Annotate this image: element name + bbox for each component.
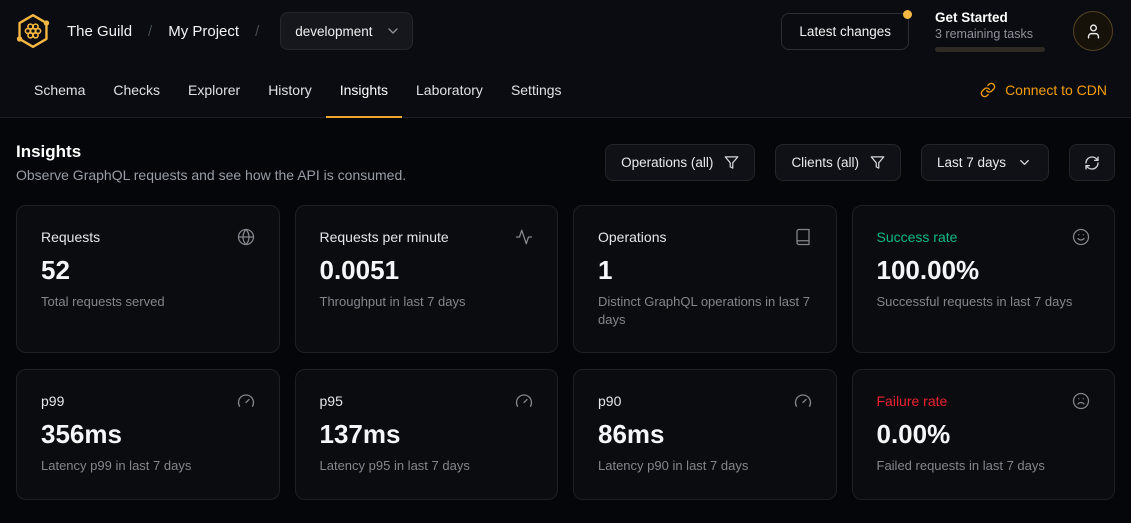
card-title: Success rate	[877, 229, 958, 245]
card-title: Operations	[598, 229, 666, 245]
tab-explorer[interactable]: Explorer	[174, 62, 254, 117]
connect-cdn-label: Connect to CDN	[1005, 82, 1107, 98]
card-description: Latency p99 in last 7 days	[41, 457, 255, 475]
get-started-widget[interactable]: Get Started 3 remaining tasks	[935, 10, 1047, 52]
clients-filter-button[interactable]: Clients (all)	[775, 144, 901, 181]
avatar[interactable]	[1073, 11, 1113, 51]
tab-settings[interactable]: Settings	[497, 62, 576, 117]
insights-page: Insights Observe GraphQL requests and se…	[0, 142, 1131, 500]
card-description: Distinct GraphQL operations in last 7 da…	[598, 293, 812, 328]
p99-card: p99 356ms Latency p99 in last 7 days	[16, 369, 280, 500]
card-description: Latency p90 in last 7 days	[598, 457, 812, 475]
filter-icon	[870, 155, 885, 170]
card-title: p90	[598, 393, 621, 409]
target-selector-value: development	[295, 24, 372, 39]
chevron-down-icon	[385, 23, 401, 39]
breadcrumb-separator: /	[148, 23, 152, 40]
tab-checks[interactable]: Checks	[99, 62, 174, 117]
requests-card: Requests 52 Total requests served	[16, 205, 280, 353]
breadcrumb: The Guild / My Project /	[67, 23, 259, 40]
latest-changes-label: Latest changes	[799, 24, 891, 39]
refresh-button[interactable]	[1069, 144, 1115, 181]
success-rate-card: Success rate 100.00% Successful requests…	[852, 205, 1116, 353]
page-subtitle: Observe GraphQL requests and see how the…	[16, 167, 406, 183]
gauge-icon	[515, 392, 533, 410]
card-value: 137ms	[320, 419, 534, 450]
card-value: 356ms	[41, 419, 255, 450]
operations-filter-button[interactable]: Operations (all)	[605, 144, 755, 181]
clients-filter-label: Clients (all)	[791, 155, 859, 170]
card-description: Latency p95 in last 7 days	[320, 457, 534, 475]
breadcrumb-separator: /	[255, 23, 259, 40]
get-started-subtitle: 3 remaining tasks	[935, 27, 1047, 41]
card-description: Failed requests in last 7 days	[877, 457, 1091, 475]
card-title: p95	[320, 393, 343, 409]
refresh-icon	[1084, 155, 1100, 171]
chevron-down-icon	[1017, 155, 1033, 171]
card-value: 86ms	[598, 419, 812, 450]
period-select-value: Last 7 days	[937, 155, 1006, 170]
book-icon	[794, 228, 812, 246]
card-value: 52	[41, 255, 255, 286]
globe-icon	[237, 228, 255, 246]
card-value: 100.00%	[877, 255, 1091, 286]
activity-icon	[515, 228, 533, 246]
gauge-icon	[237, 392, 255, 410]
card-description: Successful requests in last 7 days	[877, 293, 1091, 311]
guild-logo[interactable]	[14, 10, 52, 52]
operations-card: Operations 1 Distinct GraphQL operations…	[573, 205, 837, 353]
latest-changes-button[interactable]: Latest changes	[781, 13, 909, 50]
notification-dot	[903, 10, 912, 19]
top-header: The Guild / My Project / development Lat…	[0, 0, 1131, 62]
tab-schema[interactable]: Schema	[20, 62, 99, 117]
card-value: 0.0051	[320, 255, 534, 286]
period-select[interactable]: Last 7 days	[921, 144, 1049, 181]
tab-history[interactable]: History	[254, 62, 326, 117]
card-value: 0.00%	[877, 419, 1091, 450]
page-title: Insights	[16, 142, 406, 162]
card-title: p99	[41, 393, 64, 409]
frown-icon	[1072, 392, 1090, 410]
p90-card: p90 86ms Latency p90 in last 7 days	[573, 369, 837, 500]
filter-toolbar: Operations (all) Clients (all) Last 7 da…	[605, 144, 1115, 181]
target-selector[interactable]: development	[280, 12, 412, 50]
failure-rate-card: Failure rate 0.00% Failed requests in la…	[852, 369, 1116, 500]
breadcrumb-project[interactable]: My Project	[168, 23, 239, 40]
p95-card: p95 137ms Latency p95 in last 7 days	[295, 369, 559, 500]
user-icon	[1085, 23, 1102, 40]
card-title: Requests per minute	[320, 229, 449, 245]
card-title: Requests	[41, 229, 100, 245]
get-started-title: Get Started	[935, 10, 1047, 25]
operations-filter-label: Operations (all)	[621, 155, 713, 170]
smile-icon	[1072, 228, 1090, 246]
requests-per-minute-card: Requests per minute 0.0051 Throughput in…	[295, 205, 559, 353]
get-started-progressbar	[935, 47, 1045, 52]
link-icon	[980, 82, 996, 98]
card-description: Throughput in last 7 days	[320, 293, 534, 311]
card-description: Total requests served	[41, 293, 255, 311]
connect-cdn-link[interactable]: Connect to CDN	[974, 62, 1113, 117]
card-title: Failure rate	[877, 393, 948, 409]
filter-icon	[724, 155, 739, 170]
tab-insights[interactable]: Insights	[326, 62, 402, 117]
insights-heading: Insights Observe GraphQL requests and se…	[16, 142, 406, 183]
gauge-icon	[794, 392, 812, 410]
card-value: 1	[598, 255, 812, 286]
stat-card-grid: Requests 52 Total requests served Reques…	[16, 205, 1115, 500]
breadcrumb-org[interactable]: The Guild	[67, 23, 132, 40]
tab-bar: Schema Checks Explorer History Insights …	[0, 62, 1131, 118]
tab-laboratory[interactable]: Laboratory	[402, 62, 497, 117]
